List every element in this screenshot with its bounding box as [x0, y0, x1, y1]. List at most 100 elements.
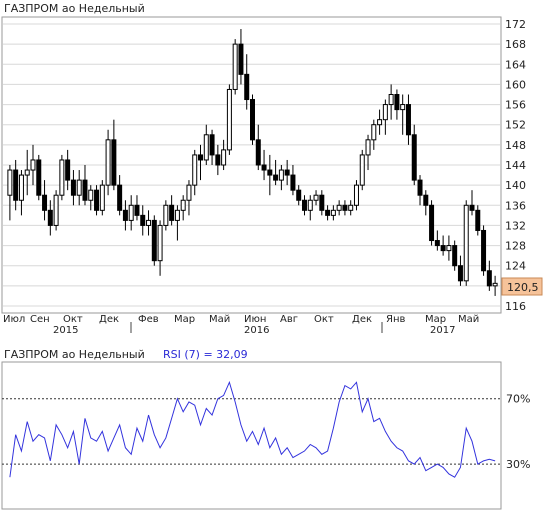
- candle-body-down: [238, 43, 244, 75]
- candle-body-down: [290, 174, 296, 191]
- candle-body-up: [492, 282, 498, 287]
- rsi-indicator-label: RSI (7) = 32,09: [163, 348, 248, 361]
- month-label-dec-2016: Дек: [352, 314, 372, 325]
- candle-body-down: [434, 240, 440, 247]
- candle-body-up: [186, 184, 192, 201]
- rsi-level-70-label: 70%: [506, 393, 530, 406]
- current-price-label: 120,5: [507, 281, 539, 294]
- candle-body-down: [469, 204, 475, 211]
- candle-body-down: [82, 179, 88, 201]
- candle-body-down: [65, 159, 71, 181]
- candle-body-up: [24, 169, 30, 176]
- candle-body-up: [336, 204, 342, 211]
- candle-body-up: [313, 194, 319, 201]
- candle-body-down: [486, 270, 492, 287]
- price-tick-label: 144: [505, 159, 526, 172]
- candle-body-down: [111, 139, 117, 186]
- candle-body-down: [209, 134, 215, 156]
- candle-body-down: [440, 245, 446, 252]
- current-price-badge: 120,5: [501, 277, 543, 296]
- candle-body-up: [203, 134, 209, 161]
- month-label-mar: Мар: [174, 314, 195, 325]
- candle-body-up: [232, 43, 238, 90]
- month-label-jun: Июн: [244, 314, 266, 325]
- candle-body-down: [475, 209, 481, 231]
- rsi-level-30-label: 30%: [506, 458, 530, 471]
- month-label-may-2017: Май: [458, 314, 479, 325]
- price-tick-label: 168: [505, 38, 526, 51]
- price-tick-label: 140: [505, 179, 526, 192]
- candle-body-down: [267, 169, 273, 176]
- candle-body-down: [423, 194, 429, 206]
- candle-body-down: [255, 139, 261, 166]
- candle-body-down: [452, 245, 458, 267]
- candle-body-up: [59, 159, 65, 196]
- month-label-oct-2016: Окт: [314, 314, 334, 325]
- candle-body-down: [296, 189, 302, 201]
- candle-body-down: [36, 159, 42, 196]
- candle-body-down: [284, 169, 290, 176]
- candle-body-up: [88, 189, 94, 201]
- candle-body-up: [400, 104, 406, 111]
- candle-body-up: [307, 199, 313, 211]
- candle-body-up: [53, 194, 59, 226]
- candle-body-down: [13, 169, 19, 201]
- candle-body-up: [388, 94, 394, 106]
- candle-body-down: [198, 154, 204, 161]
- candle-body-down: [394, 94, 400, 111]
- candle-body-down: [215, 154, 221, 166]
- price-tick-label: 136: [505, 199, 526, 212]
- candle-body-up: [99, 184, 105, 211]
- candle-body-down: [244, 73, 250, 101]
- candle-body-up: [348, 204, 354, 211]
- candle-body-down: [405, 104, 411, 136]
- year-label-2017: 2017: [430, 325, 455, 336]
- candle-body-up: [157, 224, 163, 262]
- candle-body-up: [359, 154, 365, 186]
- candle-body-up: [146, 219, 152, 226]
- candle-body-up: [174, 209, 180, 221]
- month-label-dec: Дек: [99, 314, 119, 325]
- month-label-oct: Окт: [63, 314, 83, 325]
- month-label-feb: Фев: [138, 314, 159, 325]
- price-tick-label: 164: [505, 58, 526, 71]
- candle-body-up: [446, 245, 452, 252]
- candle-body-up: [30, 159, 36, 171]
- candle-body-down: [273, 174, 279, 181]
- candle-body-down: [47, 209, 53, 226]
- year-label-2015: 2015: [53, 325, 78, 336]
- candle-body-up: [76, 179, 82, 196]
- candle-body-up: [278, 169, 284, 181]
- candle-body-up: [7, 169, 13, 196]
- price-axis: 172 168 164 160 156 152 148 144 140 136 132 128 124 1…: [505, 18, 526, 313]
- candle-body-up: [105, 139, 111, 186]
- candle-body-up: [365, 139, 371, 156]
- month-label-sep: Сен: [30, 314, 50, 325]
- candle-body-down: [134, 204, 140, 216]
- rsi-chart-panel: [1, 361, 502, 510]
- candle-body-down: [122, 209, 128, 221]
- candle-body-down: [94, 189, 100, 211]
- candle-body-up: [377, 119, 383, 126]
- price-tick-label: 124: [505, 260, 526, 273]
- candle-body-up: [226, 88, 232, 151]
- candle-body-down: [417, 179, 423, 196]
- candle-body-down: [42, 194, 48, 211]
- candle-body-down: [169, 204, 175, 221]
- price-tick-label: 172: [505, 18, 526, 31]
- price-tick-label: 128: [505, 240, 526, 253]
- candle-body-down: [261, 164, 267, 171]
- price-tick-label: 116: [505, 300, 526, 313]
- candle-body-down: [151, 219, 157, 262]
- chart-window: ГАЗПРОМ ао Недельный 172 168 164 160 156 152 1…: [0, 0, 550, 515]
- candle-body-up: [353, 184, 359, 206]
- candle-body-down: [140, 214, 146, 226]
- candle-body-up: [18, 174, 24, 201]
- candle-body-down: [481, 229, 487, 272]
- candle-body-down: [319, 194, 325, 211]
- candle-body-down: [70, 179, 76, 196]
- price-tick-label: 132: [505, 219, 526, 232]
- month-label-jul: Июл: [3, 314, 25, 325]
- candle-body-up: [192, 154, 198, 186]
- candle-body-down: [342, 204, 348, 211]
